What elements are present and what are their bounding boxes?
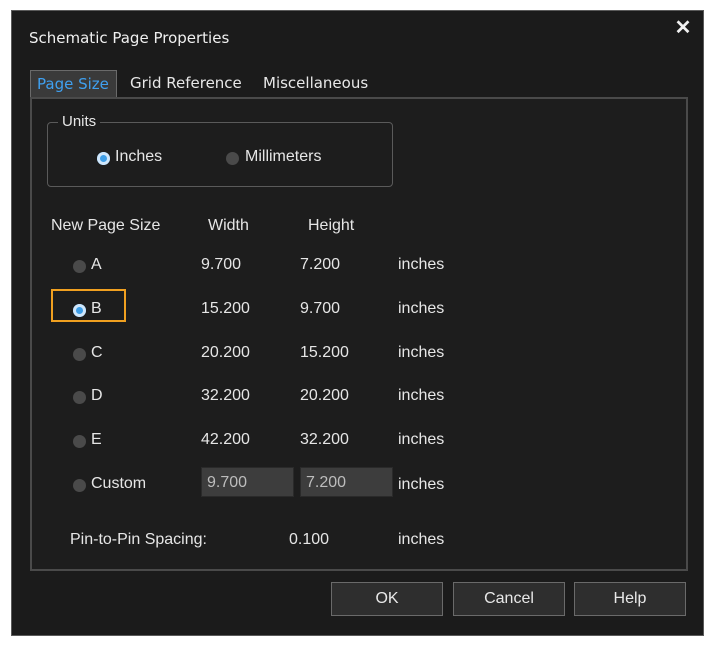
units-inches-label: Inches [115,148,163,165]
size-d-radio[interactable] [73,391,86,404]
size-e-width: 42.200 [201,431,250,448]
size-c-width: 20.200 [201,344,250,361]
size-c-radio[interactable] [73,348,86,361]
selection-highlight [51,289,126,322]
custom-width-input[interactable]: 9.700 [201,467,294,497]
size-d-height: 20.200 [300,387,349,404]
tab-miscellaneous[interactable]: Miscellaneous [257,70,381,97]
size-e-height: 32.200 [300,431,349,448]
size-b-width: 15.200 [201,300,250,317]
size-custom-radio[interactable] [73,479,86,492]
units-millimeters-label: Millimeters [245,148,322,165]
size-c-height: 15.200 [300,344,349,361]
size-e-radio[interactable] [73,435,86,448]
size-d-width: 32.200 [201,387,250,404]
pin-spacing-label: Pin-to-Pin Spacing: [70,531,207,548]
ok-button[interactable]: OK [331,582,443,616]
size-e-unit: inches [398,431,445,448]
size-a-label: A [91,256,102,273]
size-d-unit: inches [398,387,445,404]
pin-spacing-value: 0.100 [289,531,330,548]
tab-page-size[interactable]: Page Size [30,70,117,100]
units-inches-radio[interactable] [97,152,110,165]
size-c-unit: inches [398,344,445,361]
pin-spacing-unit: inches [398,531,445,548]
size-custom-label: Custom [91,475,147,492]
size-a-radio[interactable] [73,260,86,273]
page-properties-dialog: Schematic Page Properties ✕ Page Size Gr… [11,10,704,636]
size-b-radio[interactable] [73,304,86,317]
header-width: Width [208,217,249,234]
size-c-label: C [91,344,103,361]
size-b-height: 9.700 [300,300,341,317]
header-page-size: New Page Size [51,217,161,234]
units-millimeters-radio[interactable] [226,152,239,165]
help-button[interactable]: Help [574,582,686,616]
size-custom-unit: inches [398,476,445,493]
size-b-label: B [91,300,102,317]
size-a-width: 9.700 [201,256,242,273]
close-icon[interactable]: ✕ [670,15,696,41]
custom-height-input[interactable]: 7.200 [300,467,393,497]
size-a-height: 7.200 [300,256,341,273]
size-b-unit: inches [398,300,445,317]
size-d-label: D [91,387,103,404]
dialog-title: Schematic Page Properties [29,29,230,47]
units-group: Units Inches Millimeters [47,113,393,187]
size-e-label: E [91,431,102,448]
units-legend: Units [58,113,101,130]
header-height: Height [308,217,355,234]
page-size-panel: Units Inches Millimeters New Page Size W… [30,97,688,571]
tab-grid-reference[interactable]: Grid Reference [124,70,252,97]
cancel-button[interactable]: Cancel [453,582,565,616]
size-a-unit: inches [398,256,445,273]
